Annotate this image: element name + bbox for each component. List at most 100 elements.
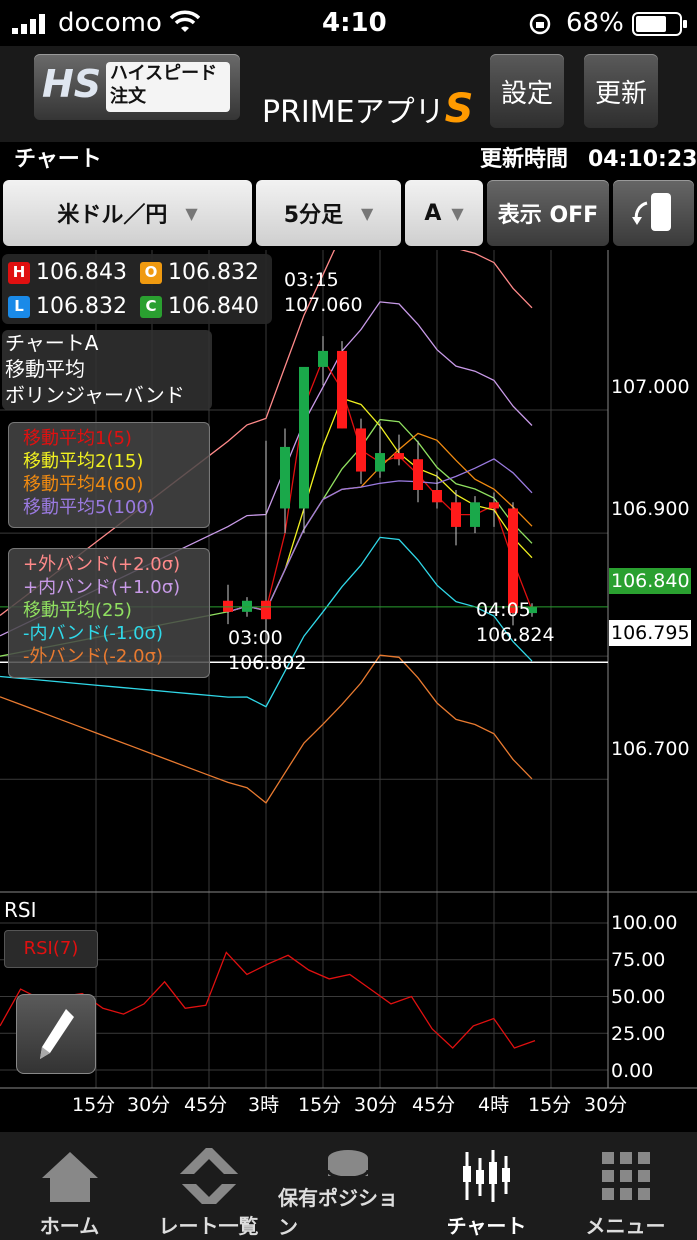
update-time-label: 更新時間 <box>480 147 569 172</box>
nav-home[interactable]: ホーム <box>0 1132 139 1240</box>
candle-body <box>394 453 404 460</box>
time-tick: 15分 <box>298 1094 342 1116</box>
bb-outer-plus-legend: +外バンド(+2.0σ) <box>23 554 181 575</box>
wifi-icon <box>169 10 201 38</box>
candle-body <box>432 490 442 503</box>
ma4-legend: 移動平均4(60) <box>23 474 144 495</box>
time-tick: 3時 <box>248 1094 280 1116</box>
app-header: HS ハイスピード 注文 PRIMEアプリS 設定 更新 <box>0 46 697 142</box>
nav-chart[interactable]: チャート <box>417 1132 556 1240</box>
bb-mid-legend: 移動平均(25) <box>23 600 132 621</box>
close-badge: C <box>140 295 162 318</box>
chart-slot-select[interactable]: A ▼ <box>405 180 483 246</box>
bb-inner-minus-legend: -内バンド(-1.0σ) <box>23 623 163 644</box>
high-annotation-value: 107.060 <box>284 294 363 316</box>
candle-body <box>318 350 328 367</box>
open-value: 106.832 <box>168 260 259 285</box>
chevron-down-icon: ▼ <box>185 203 198 223</box>
app-title-mark: S <box>444 86 474 132</box>
chart-icon <box>462 1150 510 1202</box>
time-tick: 45分 <box>412 1094 456 1116</box>
rate-list-icon <box>178 1148 239 1204</box>
candle-body <box>489 502 499 509</box>
time-tick: 4時 <box>478 1094 510 1116</box>
rotation-lock-icon <box>528 12 552 40</box>
last-time: 04:05 <box>476 599 531 621</box>
close-value: 106.840 <box>168 294 259 319</box>
price-tick-106900: 106.900 <box>611 498 690 520</box>
status-bar: docomo 4:10 68% <box>0 0 697 46</box>
chart-info-panel: チャートA 移動平均 ボリンジャーバンド <box>2 330 212 410</box>
candle-body <box>280 446 290 509</box>
nav-rate-list[interactable]: レート一覧 <box>139 1132 278 1240</box>
rsi-legend[interactable]: RSI(7) <box>4 930 98 968</box>
currency-pair-value: 米ドル／円 <box>57 203 168 228</box>
nav-menu[interactable]: メニュー <box>556 1132 695 1240</box>
rsi-tick-50: 50.00 <box>611 986 666 1008</box>
bb-legend[interactable]: +外バンド(+2.0σ) +内バンド(+1.0σ) 移動平均(25) -内バンド… <box>8 548 210 678</box>
low-badge: L <box>8 295 30 318</box>
candle-body <box>375 453 385 472</box>
high-annotation: 03:15 107.060 <box>284 268 363 318</box>
settings-button[interactable]: 設定 <box>490 54 564 128</box>
home-icon <box>41 1152 98 1202</box>
high-badge: H <box>8 261 30 284</box>
rotate-icon <box>631 193 671 231</box>
last-annotation-value: 106.824 <box>476 624 555 646</box>
nav-menu-label: メニュー <box>585 1214 666 1238</box>
low-time: 03:00 <box>228 627 283 649</box>
timeframe-value: 5分足 <box>283 203 343 228</box>
currency-pair-select[interactable]: 米ドル／円 ▼ <box>3 180 252 246</box>
menu-grid-icon <box>601 1152 650 1200</box>
refresh-button[interactable]: 更新 <box>584 54 658 128</box>
current-price-tag: 106.840 <box>609 568 691 594</box>
low-value: 106.832 <box>36 294 127 319</box>
crosshair-price-tag: 106.795 <box>609 620 691 646</box>
nav-positions[interactable]: 保有ポジション <box>278 1132 417 1240</box>
draw-tool-button[interactable] <box>16 994 96 1074</box>
ohlc-low: L 106.832 <box>8 290 127 323</box>
display-toggle-button[interactable]: 表示 OFF <box>487 180 609 246</box>
candle-body <box>413 459 423 490</box>
page-title: チャート <box>14 147 102 172</box>
ohlc-high: H 106.843 <box>8 256 127 289</box>
chevron-down-icon: ▼ <box>451 203 464 223</box>
ma-legend[interactable]: 移動平均1(5) 移動平均2(15) 移動平均4(60) 移動平均5(100) <box>8 422 210 528</box>
hs-logo: HS <box>42 62 102 106</box>
high-value: 106.843 <box>36 260 127 285</box>
chart-subheader: チャート 更新時間 04:10:23 <box>0 142 697 178</box>
ohlc-open: O 106.832 <box>140 256 259 289</box>
rotate-screen-button[interactable] <box>613 180 694 246</box>
ma2-legend: 移動平均2(15) <box>23 451 144 472</box>
candle-body <box>337 350 347 429</box>
nav-positions-label: 保有ポジション <box>278 1186 398 1239</box>
last-annotation: 04:05 106.824 <box>476 598 555 648</box>
time-axis: 15分 30分 45分 3時 15分 30分 45分 4時 15分 30分 <box>0 1090 697 1120</box>
battery-percent: 68% <box>566 8 624 38</box>
high-speed-order-button[interactable]: HS ハイスピード 注文 <box>34 54 240 120</box>
bb-outer-minus-legend: -外バンド(-2.0σ) <box>23 646 163 667</box>
clock: 4:10 <box>322 8 387 38</box>
indicator-2: ボリンジャーバンド <box>5 383 185 407</box>
chart-name: チャートA <box>5 331 99 355</box>
indicator-1: 移動平均 <box>5 357 85 381</box>
logo-text-1: ハイスピード <box>110 63 218 84</box>
low-annotation: 03:00 106.802 <box>228 626 307 676</box>
open-badge: O <box>140 261 162 284</box>
signal-icon <box>12 14 52 38</box>
chevron-down-icon: ▼ <box>361 203 374 223</box>
high-time: 03:15 <box>284 269 339 291</box>
chart-area[interactable]: H 106.843 O 106.832 L 106.832 C 106.840 チャート… <box>0 183 697 1130</box>
time-tick: 30分 <box>584 1094 628 1116</box>
candle-body <box>470 502 480 527</box>
logo-label-box: ハイスピード 注文 <box>106 62 230 112</box>
time-tick: 15分 <box>72 1094 116 1116</box>
pencil-icon <box>40 1009 74 1059</box>
chart-slot-value: A <box>424 200 442 226</box>
battery-icon <box>632 12 688 40</box>
bottom-nav: ホーム レート一覧 保有ポジション チャート メニュー <box>0 1132 697 1240</box>
ohlc-close: C 106.840 <box>140 290 259 323</box>
ohlc-panel: H 106.843 O 106.832 L 106.832 C 106.840 <box>2 254 272 324</box>
logo-text-2: 注文 <box>110 86 146 107</box>
timeframe-select[interactable]: 5分足 ▼ <box>256 180 401 246</box>
